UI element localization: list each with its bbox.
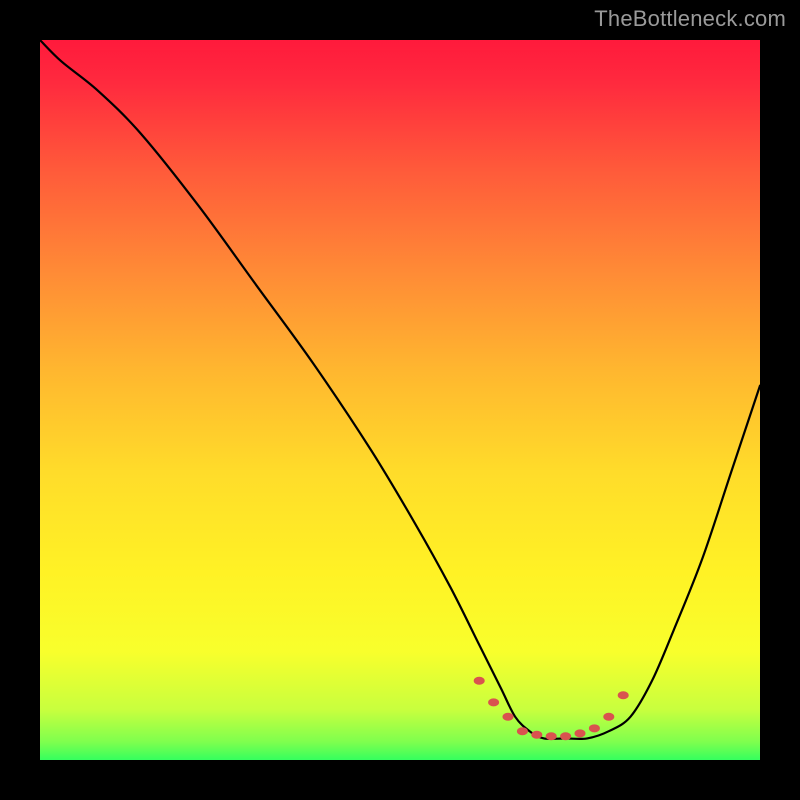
bottom-marker <box>503 713 513 720</box>
bottom-marker <box>532 731 542 738</box>
bottom-marker <box>474 677 484 684</box>
bottom-marker-group <box>474 677 628 739</box>
attribution-text: TheBottleneck.com <box>594 6 786 32</box>
bottleneck-curve <box>40 40 760 739</box>
bottom-marker <box>604 713 614 720</box>
bottom-marker <box>546 733 556 740</box>
bottom-marker <box>575 730 585 737</box>
stage: TheBottleneck.com <box>0 0 800 800</box>
bottom-marker <box>589 725 599 732</box>
bottom-marker <box>489 699 499 706</box>
bottom-marker <box>618 692 628 699</box>
chart-canvas <box>40 40 760 760</box>
bottom-marker <box>561 733 571 740</box>
bottom-marker <box>517 728 527 735</box>
plot-frame <box>40 40 760 760</box>
